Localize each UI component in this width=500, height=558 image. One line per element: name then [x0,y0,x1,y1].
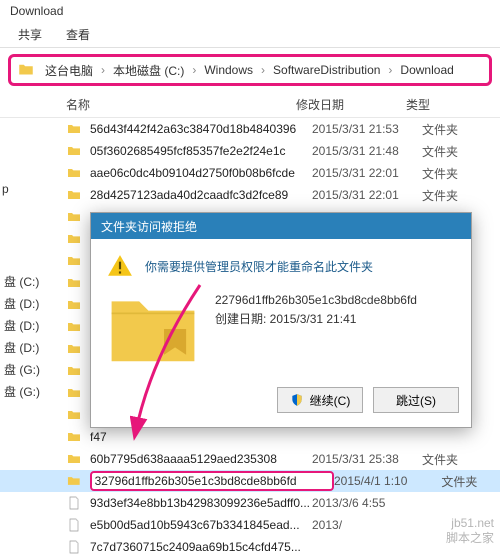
skip-button[interactable]: 跳过(S) [373,387,459,413]
continue-button[interactable]: 继续(C) [277,387,363,413]
folder-icon [66,319,82,335]
dialog-created-date: 创建日期: 2015/3/31 21:41 [215,310,417,329]
item-date: 2015/4/1 1:10 [334,474,441,488]
list-item[interactable]: aae06c0dc4b09104d2750f0b08b6fcde2015/3/3… [0,162,500,184]
address-bar[interactable]: 这台电脑› 本地磁盘 (C:)› Windows› SoftwareDistri… [8,54,492,86]
item-type: 文件夹 [422,121,482,138]
list-item[interactable]: e5b00d5ad10b5943c67b3341845ead...2013/ [0,514,500,536]
folder-icon [66,429,82,445]
drive-item[interactable]: 盘 (G:) [0,358,56,380]
watermark: jb51.net脚本之家 [446,516,494,547]
drive-item[interactable]: 盘 (D:) [0,292,56,314]
drive-item[interactable]: 盘 (C:) [0,270,56,292]
item-name: f47 [90,430,312,444]
list-item[interactable]: 05f3602685495fcf85357fe2e2f24e1c2015/3/3… [0,140,500,162]
folder-icon [66,363,82,379]
item-type: 文件夹 [441,473,500,490]
folder-large-icon [107,291,199,367]
ribbon-tabs: 共享 查看 [0,22,500,48]
folder-icon [66,143,82,159]
folder-icon [66,253,82,269]
list-item[interactable]: 32796d1ffb26b305e1c3bd8cde8bb6fd2015/4/1… [0,470,500,492]
item-date: 2015/3/31 25:38 [312,452,422,466]
nav-pane-cut: p [2,182,9,196]
drive-item[interactable]: 盘 (G:) [0,380,56,402]
list-item[interactable]: 7c7d7360715c2409aa69b15c4cfd475... [0,536,500,558]
drive-item[interactable]: 盘 (D:) [0,314,56,336]
dialog-message: 你需要提供管理员权限才能重命名此文件夹 [145,258,373,275]
folder-icon [66,473,82,489]
col-name[interactable]: 名称 [10,96,290,113]
document-icon [66,539,82,555]
item-name: 56d43f442f42a63c38470d18b4840396 [90,122,312,136]
list-item[interactable]: 60b7795d638aaaa5129aed2353082015/3/31 25… [0,448,500,470]
column-headers: 名称 修改日期 类型 [0,92,500,118]
item-name: aae06c0dc4b09104d2750f0b08b6fcde [90,166,312,180]
folder-icon [66,341,82,357]
warning-icon [107,253,133,279]
item-date: 2013/ [312,518,422,532]
tab-share[interactable]: 共享 [18,26,42,43]
item-name: 7c7d7360715c2409aa69b15c4cfd475... [90,540,312,554]
item-name: 93d3ef34e8bb13b42983099236e5adff0... [90,496,312,510]
access-denied-dialog: 文件夹访问被拒绝 你需要提供管理员权限才能重命名此文件夹 22796d1ffb2… [90,212,472,428]
item-date: 2015/3/31 21:53 [312,122,422,136]
folder-icon [66,385,82,401]
breadcrumb[interactable]: 这台电脑› 本地磁盘 (C:)› Windows› SoftwareDistri… [41,62,458,79]
item-name: 05f3602685495fcf85357fe2e2f24e1c [90,144,312,158]
item-name: 60b7795d638aaaa5129aed235308 [90,452,312,466]
folder-icon [17,61,35,79]
item-type: 文件夹 [422,165,482,182]
folder-icon [66,231,82,247]
dialog-title: 文件夹访问被拒绝 [91,213,471,239]
folder-icon [66,407,82,423]
item-name: e5b00d5ad10b5943c67b3341845ead... [90,518,312,532]
document-icon [66,517,82,533]
chevron-right-icon: › [97,63,109,77]
col-type[interactable]: 类型 [400,96,460,113]
list-item[interactable]: 56d43f442f42a63c38470d18b48403962015/3/3… [0,118,500,140]
chevron-right-icon: › [257,63,269,77]
col-date[interactable]: 修改日期 [290,96,400,113]
folder-icon [66,451,82,467]
list-item[interactable]: 28d4257123ada40d2caadfc3d2fce892015/3/31… [0,184,500,206]
folder-icon [66,209,82,225]
tab-view[interactable]: 查看 [66,26,90,43]
chevron-right-icon: › [384,63,396,77]
list-item[interactable]: 93d3ef34e8bb13b42983099236e5adff0...2013… [0,492,500,514]
folder-icon [66,165,82,181]
nav-pane-fragment: 盘 (C:)盘 (D:)盘 (D:)盘 (D:)盘 (G:)盘 (G:) [0,270,56,402]
item-name: 32796d1ffb26b305e1c3bd8cde8bb6fd [90,471,334,491]
dialog-folder-name: 22796d1ffb26b305e1c3bd8cde8bb6fd [215,291,417,310]
item-type: 文件夹 [422,451,482,468]
item-date: 2015/3/31 21:48 [312,144,422,158]
list-item[interactable]: f47 [0,426,500,448]
item-type: 文件夹 [422,187,482,204]
shield-icon [290,393,304,407]
item-date: 2013/3/6 4:55 [312,496,422,510]
drive-item[interactable]: 盘 (D:) [0,336,56,358]
document-icon [66,495,82,511]
folder-icon [66,121,82,137]
item-date: 2015/3/31 22:01 [312,188,422,202]
item-name: 28d4257123ada40d2caadfc3d2fce89 [90,188,312,202]
item-type: 文件夹 [422,143,482,160]
folder-icon [66,275,82,291]
folder-icon [66,187,82,203]
folder-icon [66,297,82,313]
item-date: 2015/3/31 22:01 [312,166,422,180]
window-title: Download [0,0,500,22]
chevron-right-icon: › [188,63,200,77]
